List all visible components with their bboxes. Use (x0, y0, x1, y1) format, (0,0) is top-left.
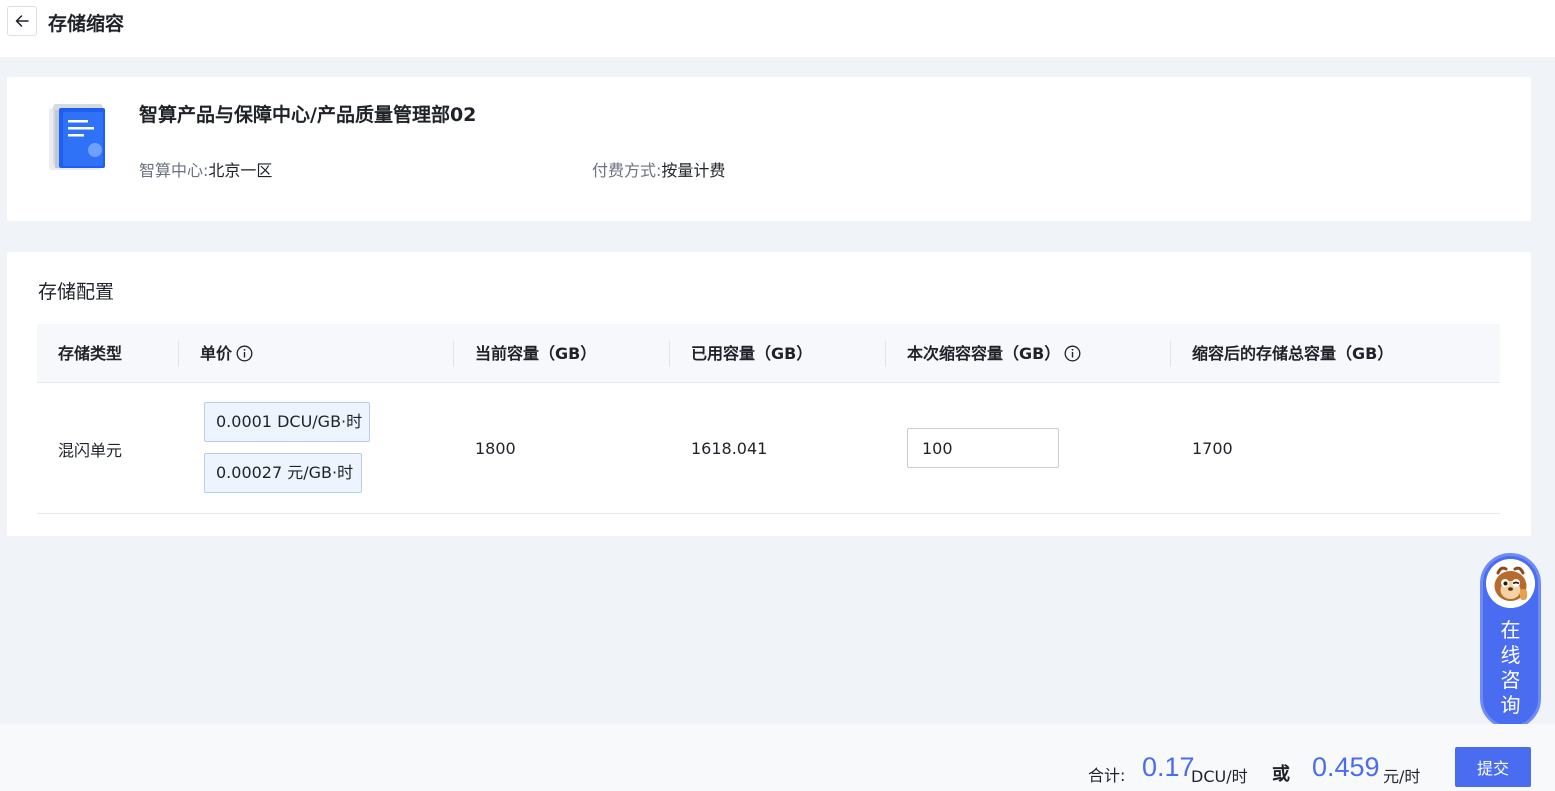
submit-button[interactable]: 提交 (1455, 747, 1531, 787)
or-separator: 或 (1272, 764, 1290, 785)
online-consult-label: 在线咨询 (1500, 618, 1521, 717)
price-tag-yuan: 0.00027 元/GB·时 (204, 453, 362, 493)
cell-after-capacity: 1700 (1192, 439, 1233, 458)
table-row: 混闪单元 0.0001 DCU/GB·时 0.00027 元/GB·时 1800… (37, 383, 1500, 514)
online-consult-button[interactable]: 在线咨询 (1480, 553, 1541, 729)
info-icon[interactable] (236, 345, 253, 362)
section-title: 存储配置 (38, 281, 115, 303)
cell-current-capacity: 1800 (475, 439, 516, 458)
table-header: 存储类型 单价 当前容量（GB） 已用容量（GB） 本次缩容容量（GB） 缩容后… (37, 324, 1500, 383)
storage-config-card: 存储配置 存储类型 单价 当前容量（GB） 已用容量（GB） 本次缩容容量（GB… (7, 252, 1531, 536)
shrink-capacity-input[interactable] (907, 428, 1059, 468)
info-icon[interactable] (1064, 345, 1081, 362)
total-unit-yuan: 元/时 (1383, 767, 1421, 786)
billing-label: 付费方式: (592, 161, 662, 180)
column-header-shrink-capacity: 本次缩容容量（GB） (885, 324, 1081, 383)
billing-info: 付费方式:按量计费 (592, 157, 725, 181)
storage-config-table: 存储类型 单价 当前容量（GB） 已用容量（GB） 本次缩容容量（GB） 缩容后… (37, 324, 1500, 514)
column-header-storage-type: 存储类型 (58, 344, 123, 363)
total-amount-yuan: 0.459 (1312, 752, 1380, 782)
column-header-after-capacity: 缩容后的存储总容量（GB） (1170, 324, 1393, 383)
region-value: 北京一区 (208, 161, 273, 180)
region-label: 智算中心: (139, 161, 209, 180)
billing-value: 按量计费 (661, 161, 726, 180)
cell-storage-type: 混闪单元 (58, 440, 123, 460)
product-info-card: 智算产品与保障中心/产品质量管理部02 智算中心:北京一区 付费方式:按量计费 (7, 77, 1531, 221)
footer-bar: 合计: 0.17 DCU/时 或 0.459 元/时 提交 (0, 724, 1555, 791)
column-header-used-capacity: 已用容量（GB） (669, 324, 812, 383)
cell-used-capacity: 1618.041 (691, 439, 768, 458)
back-button[interactable] (7, 6, 37, 36)
region-info: 智算中心:北京一区 (139, 157, 272, 181)
product-name: 智算产品与保障中心/产品质量管理部02 (139, 104, 477, 126)
arrow-left-icon (15, 15, 29, 27)
total-amount-dcu: 0.17 (1142, 752, 1195, 782)
storage-product-icon (49, 104, 105, 170)
mascot-avatar-icon (1486, 559, 1535, 608)
price-tag-dcu: 0.0001 DCU/GB·时 (204, 402, 370, 442)
total-unit-dcu: DCU/时 (1191, 767, 1248, 786)
column-header-price: 单价 (178, 324, 253, 383)
column-header-current-capacity: 当前容量（GB） (453, 324, 596, 383)
top-bar: 存储缩容 (0, 0, 1555, 57)
total-label: 合计: (1088, 766, 1126, 785)
page-title: 存储缩容 (48, 13, 125, 35)
